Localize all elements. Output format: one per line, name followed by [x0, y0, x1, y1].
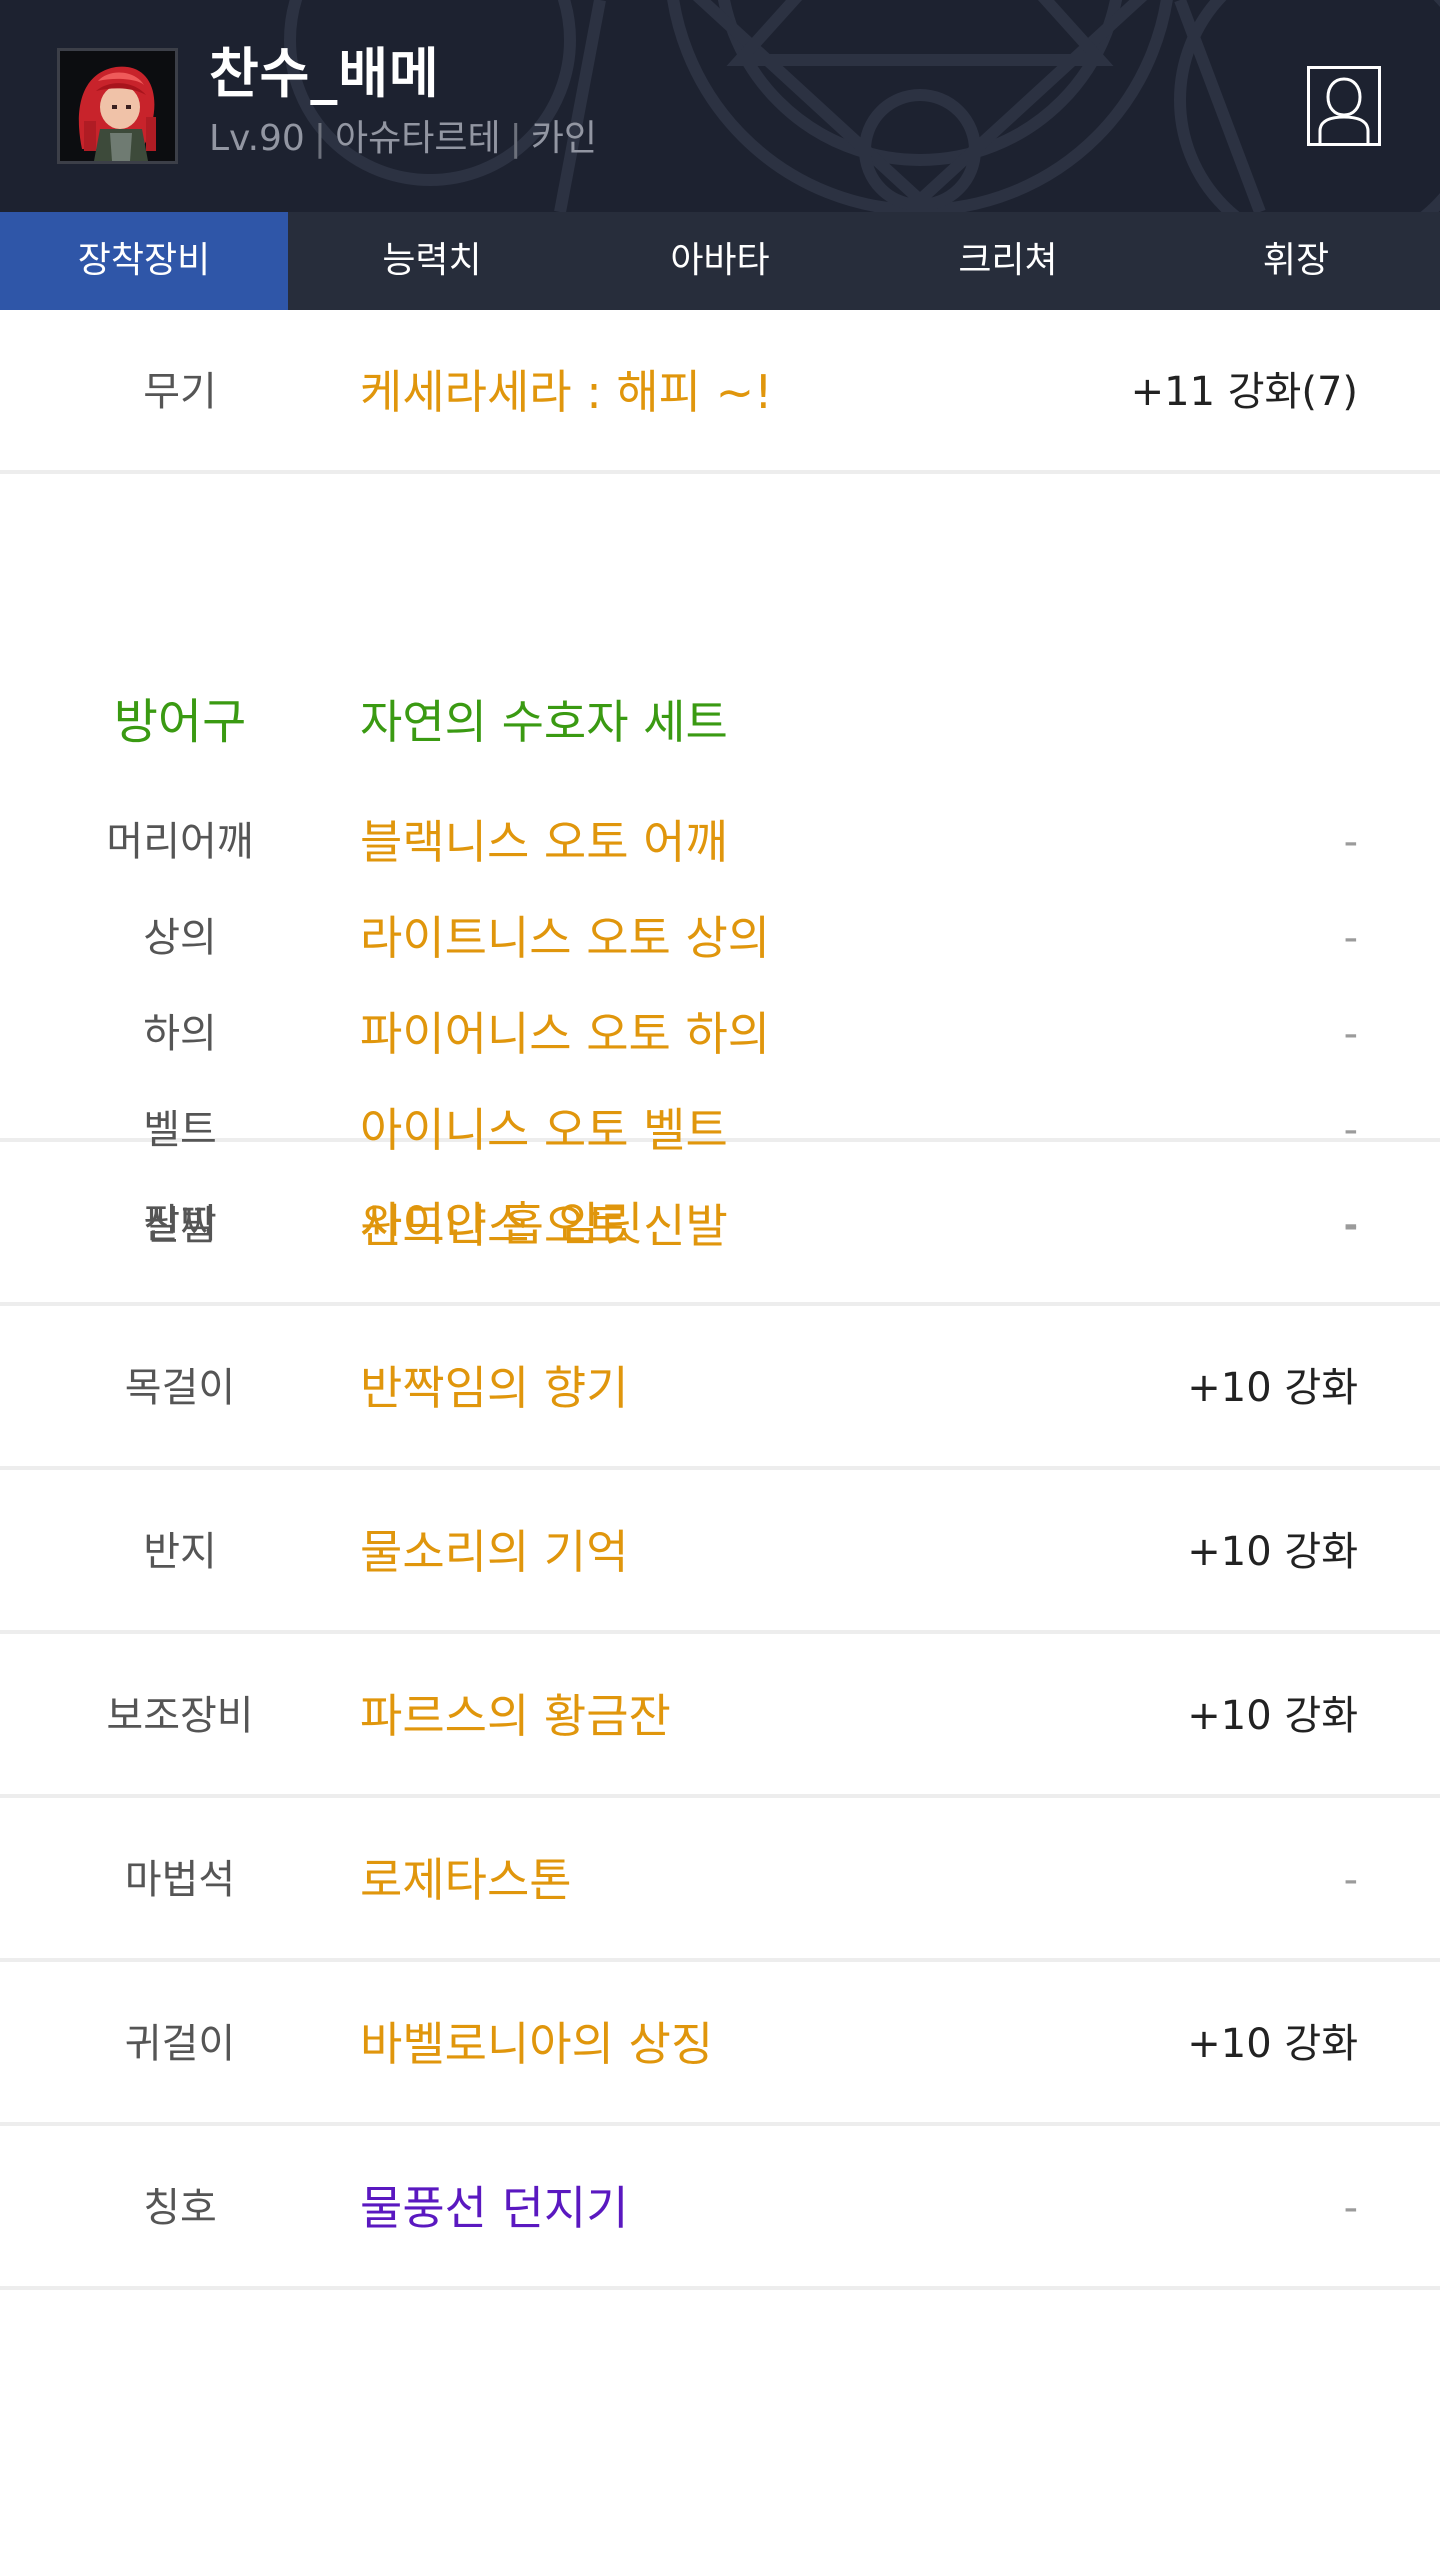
item-name: 블랙니스 오토 어깨	[360, 815, 728, 869]
equipment-row-magicstone[interactable]: 마법석 로제타스톤 -	[0, 1798, 1440, 1962]
equipment-row-subweapon[interactable]: 보조장비 파르스의 황금잔 +10 강화	[0, 1634, 1440, 1798]
character-info: Lv.90 | 아슈타르테 | 카인	[209, 114, 597, 164]
tab-equipment[interactable]: 장착장비	[0, 212, 288, 310]
item-name: 파르스의 황금잔	[360, 1689, 671, 1743]
armor-row-shoulder[interactable]: 머리어깨 블랙니스 오토 어깨 -	[0, 794, 1440, 890]
armor-set-name: 자연의 수호자 세트	[360, 695, 728, 749]
slot-label: 목걸이	[124, 1365, 236, 1411]
item-name: 물소리의 기억	[360, 1525, 629, 1579]
slot-label: 상의	[143, 915, 217, 961]
slot-label: 칭호	[143, 2185, 217, 2231]
character-level: Lv.90	[209, 118, 305, 159]
enhance-value: +10 강화	[1187, 1529, 1358, 1575]
armor-set-section: 방어구 자연의 수호자 세트 머리어깨 블랙니스 오토 어깨 - 상의 라이트니…	[0, 474, 1440, 1253]
equipment-row-bracelet[interactable]: 팔찌 사이얀 홉 암릿 -	[0, 1142, 1440, 1306]
enhance-value: -	[1343, 819, 1358, 865]
slot-label: 무기	[143, 369, 217, 415]
slot-label: 마법석	[124, 1857, 236, 1903]
info-separator: |	[313, 118, 326, 159]
slot-label: 귀걸이	[124, 2021, 236, 2067]
equipment-row-title[interactable]: 칭호 물풍선 던지기 -	[0, 2126, 1440, 2290]
item-name: 케세라세라 : 해피 ~!	[360, 365, 773, 419]
tab-insignia[interactable]: 휘장	[1152, 212, 1440, 310]
enhance-value: +10 강화	[1187, 2021, 1358, 2067]
tab-avatar[interactable]: 아바타	[576, 212, 864, 310]
info-separator: |	[509, 118, 522, 159]
person-profile-icon	[1318, 77, 1370, 143]
tab-stats[interactable]: 능력치	[288, 212, 576, 310]
equipment-row-earring[interactable]: 귀걸이 바벨로니아의 상징 +10 강화	[0, 1962, 1440, 2126]
enhance-value: -	[1343, 1011, 1358, 1057]
slot-label: 보조장비	[106, 1693, 254, 1739]
enhance-value: -	[1343, 2185, 1358, 2231]
armor-row-bottom[interactable]: 하의 파이어니스 오토 하의 -	[0, 986, 1440, 1082]
item-name: 반짝임의 향기	[360, 1361, 629, 1415]
armor-slot-label: 방어구	[113, 694, 247, 750]
item-name: 물풍선 던지기	[360, 2181, 629, 2235]
equipment-row-ring[interactable]: 반지 물소리의 기억 +10 강화	[0, 1470, 1440, 1634]
tab-bar: 장착장비 능력치 아바타 크리쳐 휘장	[0, 212, 1440, 310]
person-profile-button[interactable]	[1307, 66, 1381, 146]
item-name: 파이어니스 오토 하의	[360, 1007, 771, 1061]
enhance-value: +11 강화(7)	[1130, 369, 1358, 415]
character-job: 아슈타르테	[334, 118, 501, 159]
equipment-list: 무기 케세라세라 : 해피 ~! +11 강화(7) 방어구 자연의 수호자 세…	[0, 310, 1440, 2290]
character-name: 찬수_배메	[209, 42, 440, 105]
character-server: 카인	[530, 118, 597, 159]
item-name: 로제타스톤	[360, 1853, 572, 1907]
enhance-value: -	[1343, 1857, 1358, 1903]
item-name: 사이얀 홉 암릿	[360, 1197, 644, 1251]
enhance-value: -	[1343, 915, 1358, 961]
slot-label: 팔찌	[143, 1201, 217, 1247]
character-avatar-icon	[57, 48, 178, 164]
slot-label: 머리어깨	[106, 819, 254, 865]
tab-creature[interactable]: 크리쳐	[864, 212, 1152, 310]
character-header: 찬수_배메 Lv.90 | 아슈타르테 | 카인	[0, 0, 1440, 212]
slot-label: 하의	[143, 1011, 217, 1057]
enhance-value: +10 강화	[1187, 1693, 1358, 1739]
equipment-row-weapon[interactable]: 무기 케세라세라 : 해피 ~! +11 강화(7)	[0, 310, 1440, 474]
item-name: 바벨로니아의 상징	[360, 2017, 714, 2071]
enhance-value: -	[1343, 1201, 1358, 1247]
enhance-value: +10 강화	[1187, 1365, 1358, 1411]
slot-label: 반지	[143, 1529, 217, 1575]
armor-row-top[interactable]: 상의 라이트니스 오토 상의 -	[0, 890, 1440, 986]
emblem-background-decoration	[284, 0, 1440, 212]
equipment-row-necklace[interactable]: 목걸이 반짝임의 향기 +10 강화	[0, 1306, 1440, 1470]
item-name: 라이트니스 오토 상의	[360, 911, 771, 965]
